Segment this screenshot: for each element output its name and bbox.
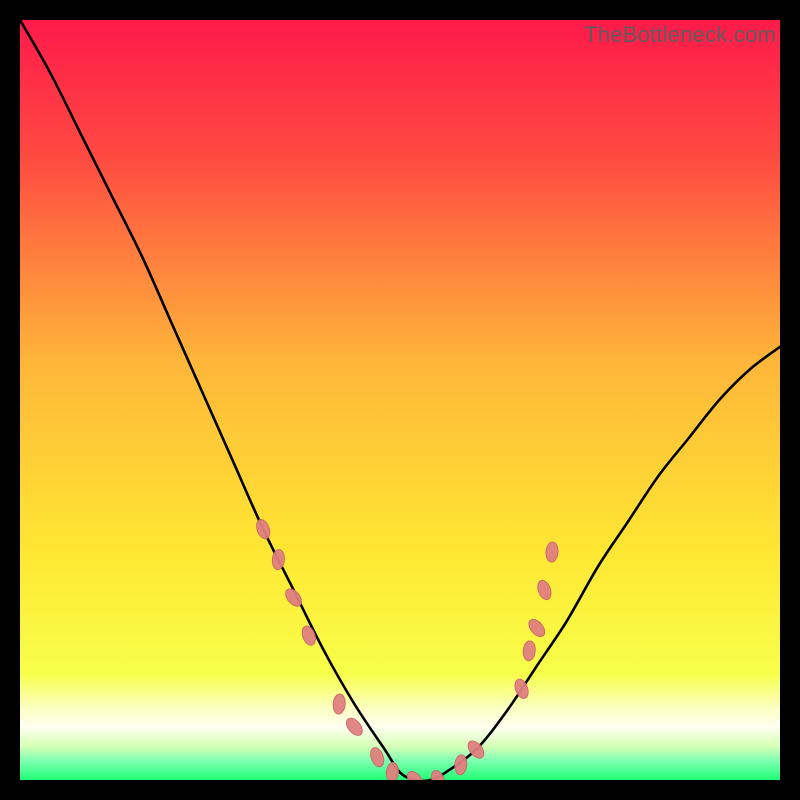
- watermark-text: TheBottleneck.com: [584, 22, 776, 48]
- gradient-background: [20, 20, 780, 780]
- chart-frame: TheBottleneck.com: [20, 20, 780, 780]
- bottleneck-chart: [20, 20, 780, 780]
